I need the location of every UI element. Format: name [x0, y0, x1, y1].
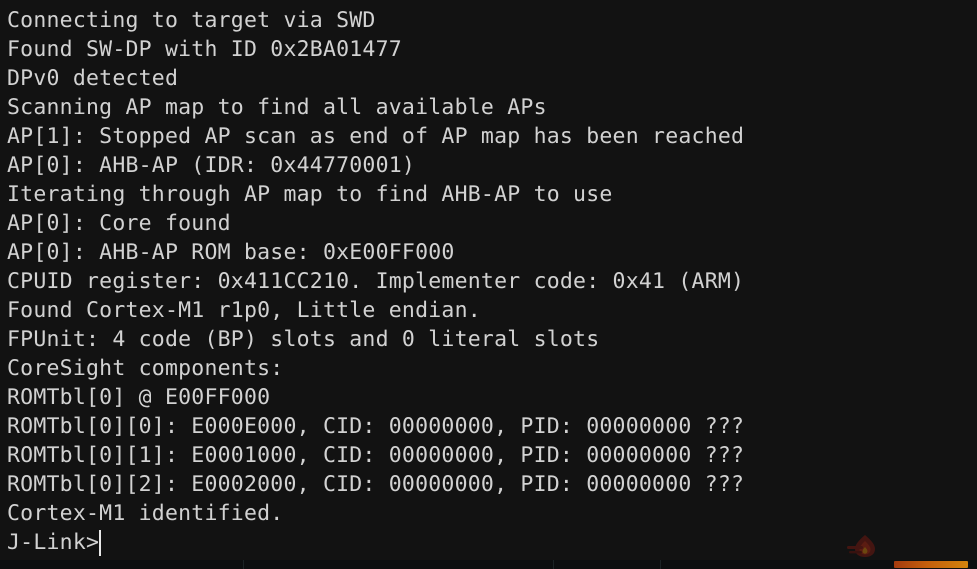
- terminal-line: ROMTbl[0][2]: E0002000, CID: 00000000, P…: [7, 472, 745, 497]
- terminal-line: Found SW-DP with ID 0x2BA01477: [7, 37, 402, 62]
- terminal-line: CPUID register: 0x411CC210. Implementer …: [7, 269, 745, 294]
- terminal-console[interactable]: Connecting to target via SWD Found SW-DP…: [0, 0, 977, 569]
- terminal-line: AP[0]: Core found: [7, 211, 231, 236]
- prompt-label: J-Link>: [7, 530, 100, 555]
- underlay-divider: [243, 560, 244, 569]
- terminal-prompt-line[interactable]: J-Link>: [7, 528, 977, 557]
- terminal-line: AP[0]: AHB-AP ROM base: 0xE00FF000: [7, 240, 455, 265]
- terminal-line: AP[0]: AHB-AP (IDR: 0x44770001): [7, 153, 416, 178]
- underlay-accent-bar: [894, 561, 968, 568]
- underlay-divider: [660, 560, 661, 569]
- text-cursor: [99, 529, 102, 556]
- terminal-line: Scanning AP map to find all available AP…: [7, 95, 547, 120]
- terminal-line: ROMTbl[0] @ E00FF000: [7, 385, 271, 410]
- terminal-line: ROMTbl[0][1]: E0001000, CID: 00000000, P…: [7, 443, 745, 468]
- terminal-line: ROMTbl[0][0]: E000E000, CID: 00000000, P…: [7, 414, 745, 439]
- terminal-line: Found Cortex-M1 r1p0, Little endian.: [7, 298, 481, 323]
- terminal-output: Connecting to target via SWD Found SW-DP…: [7, 6, 977, 528]
- underlay-divider: [553, 560, 554, 569]
- terminal-line: CoreSight components:: [7, 356, 284, 381]
- terminal-line: Cortex-M1 identified.: [7, 501, 284, 526]
- terminal-line: FPUnit: 4 code (BP) slots and 0 literal …: [7, 327, 600, 352]
- terminal-line: Iterating through AP map to find AHB-AP …: [7, 182, 613, 207]
- terminal-line: Connecting to target via SWD: [7, 8, 376, 33]
- terminal-line: DPv0 detected: [7, 66, 179, 91]
- background-window-strip: [0, 560, 977, 569]
- terminal-line: AP[1]: Stopped AP scan as end of AP map …: [7, 124, 745, 149]
